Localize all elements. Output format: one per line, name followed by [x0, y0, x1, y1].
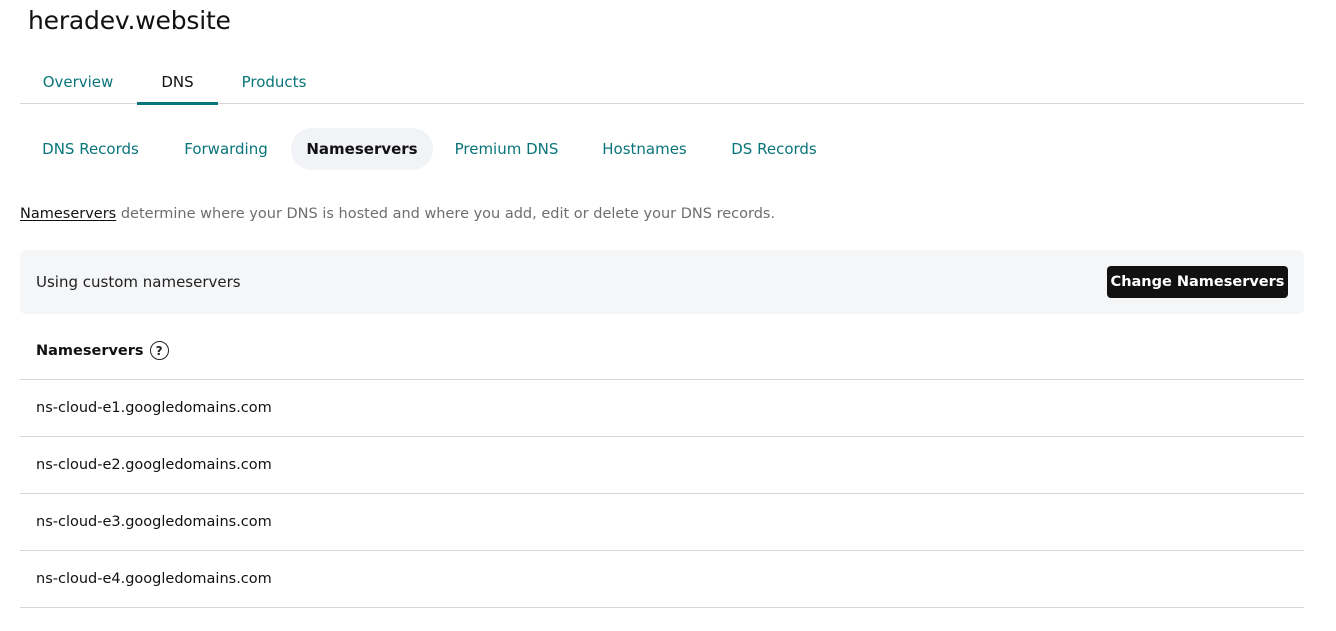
tab-overview[interactable]: Overview — [20, 60, 136, 104]
subtab-forwarding[interactable]: Forwarding — [161, 128, 291, 170]
change-nameservers-button[interactable]: Change Nameservers — [1107, 266, 1288, 298]
dns-sub-tabs: DNS Records Forwarding Nameservers Premi… — [20, 128, 920, 170]
question-circle-icon[interactable]: ? — [149, 341, 169, 360]
subtab-dns-records[interactable]: DNS Records — [20, 128, 161, 170]
subtab-ds-records[interactable]: DS Records — [709, 128, 839, 170]
nameserver-row: ns-cloud-e1.googledomains.com — [20, 380, 1304, 437]
nameserver-status-panel: Using custom nameservers Change Nameserv… — [20, 250, 1304, 314]
nameserver-row: ns-cloud-e4.googledomains.com — [20, 551, 1304, 608]
subtab-premium-dns[interactable]: Premium DNS — [433, 128, 580, 170]
subtab-nameservers[interactable]: Nameservers — [291, 128, 433, 170]
nameservers-header-label: Nameservers — [36, 342, 144, 359]
subtab-hostnames[interactable]: Hostnames — [580, 128, 709, 170]
nameservers-help-link[interactable]: Nameservers — [20, 206, 116, 222]
domain-title: heradev.website — [28, 6, 231, 35]
description-text: determine where your DNS is hosted and w… — [116, 206, 776, 222]
status-text: Using custom nameservers — [36, 273, 241, 291]
nameserver-row: ns-cloud-e2.googledomains.com — [20, 437, 1304, 494]
nameservers-description: Nameservers determine where your DNS is … — [20, 206, 775, 222]
primary-tabs: Overview DNS Products — [20, 60, 1304, 105]
tab-products[interactable]: Products — [232, 60, 316, 104]
nameservers-list-header: Nameservers ? — [20, 322, 1304, 380]
tab-dns[interactable]: DNS — [137, 60, 218, 105]
nameservers-page: heradev.website Overview DNS Products DN… — [0, 0, 1336, 631]
nameserver-row: ns-cloud-e3.googledomains.com — [20, 494, 1304, 551]
